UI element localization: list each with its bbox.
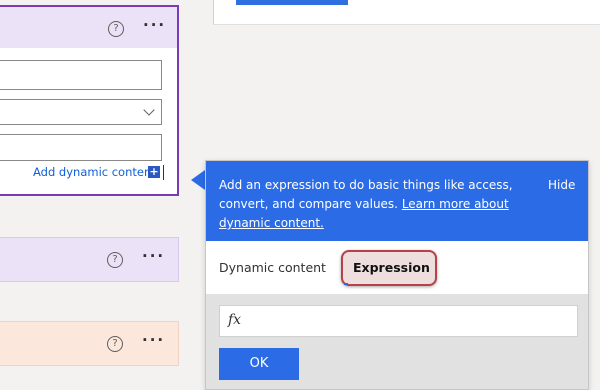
collapsed-action-card[interactable]: ? ···: [0, 237, 179, 282]
more-options-icon[interactable]: ···: [143, 16, 166, 34]
action-card-header[interactable]: ? ···: [0, 7, 177, 48]
more-options-icon[interactable]: ···: [142, 247, 165, 265]
text-cursor: [163, 165, 164, 180]
text-field-1[interactable]: [0, 60, 162, 90]
chevron-down-icon: [143, 104, 155, 116]
expression-input[interactable]: fx: [219, 305, 578, 337]
ok-button[interactable]: OK: [219, 348, 299, 380]
dropdown-field[interactable]: [0, 99, 162, 125]
tab-expression[interactable]: Expression: [353, 260, 430, 275]
expression-panel: fx OK: [206, 294, 588, 389]
text-field-2[interactable]: [0, 134, 162, 161]
more-options-icon[interactable]: ···: [142, 331, 165, 349]
help-icon[interactable]: ?: [107, 252, 123, 268]
tab-expression-highlight[interactable]: Expression: [341, 250, 437, 286]
help-icon[interactable]: ?: [107, 336, 123, 352]
top-card-button[interactable]: [236, 0, 348, 5]
top-card: [213, 0, 600, 25]
add-dynamic-content-link[interactable]: Add dynamic content: [33, 165, 156, 179]
info-text: Add an expression to do basic things lik…: [219, 176, 529, 233]
help-icon[interactable]: ?: [108, 21, 124, 37]
hide-button[interactable]: Hide: [548, 176, 575, 195]
add-dynamic-content-icon[interactable]: +: [148, 166, 160, 178]
dynamic-content-popup: Add an expression to do basic things lik…: [205, 160, 589, 390]
info-banner: Add an expression to do basic things lik…: [206, 161, 588, 241]
tab-dynamic-content[interactable]: Dynamic content: [219, 260, 326, 275]
fx-icon: fx: [228, 312, 242, 328]
popup-pointer: [191, 170, 205, 190]
collapsed-action-card[interactable]: ? ···: [0, 321, 179, 366]
active-tab-indicator: [344, 283, 348, 285]
action-card: ? ··· Add dynamic content +: [0, 5, 179, 196]
